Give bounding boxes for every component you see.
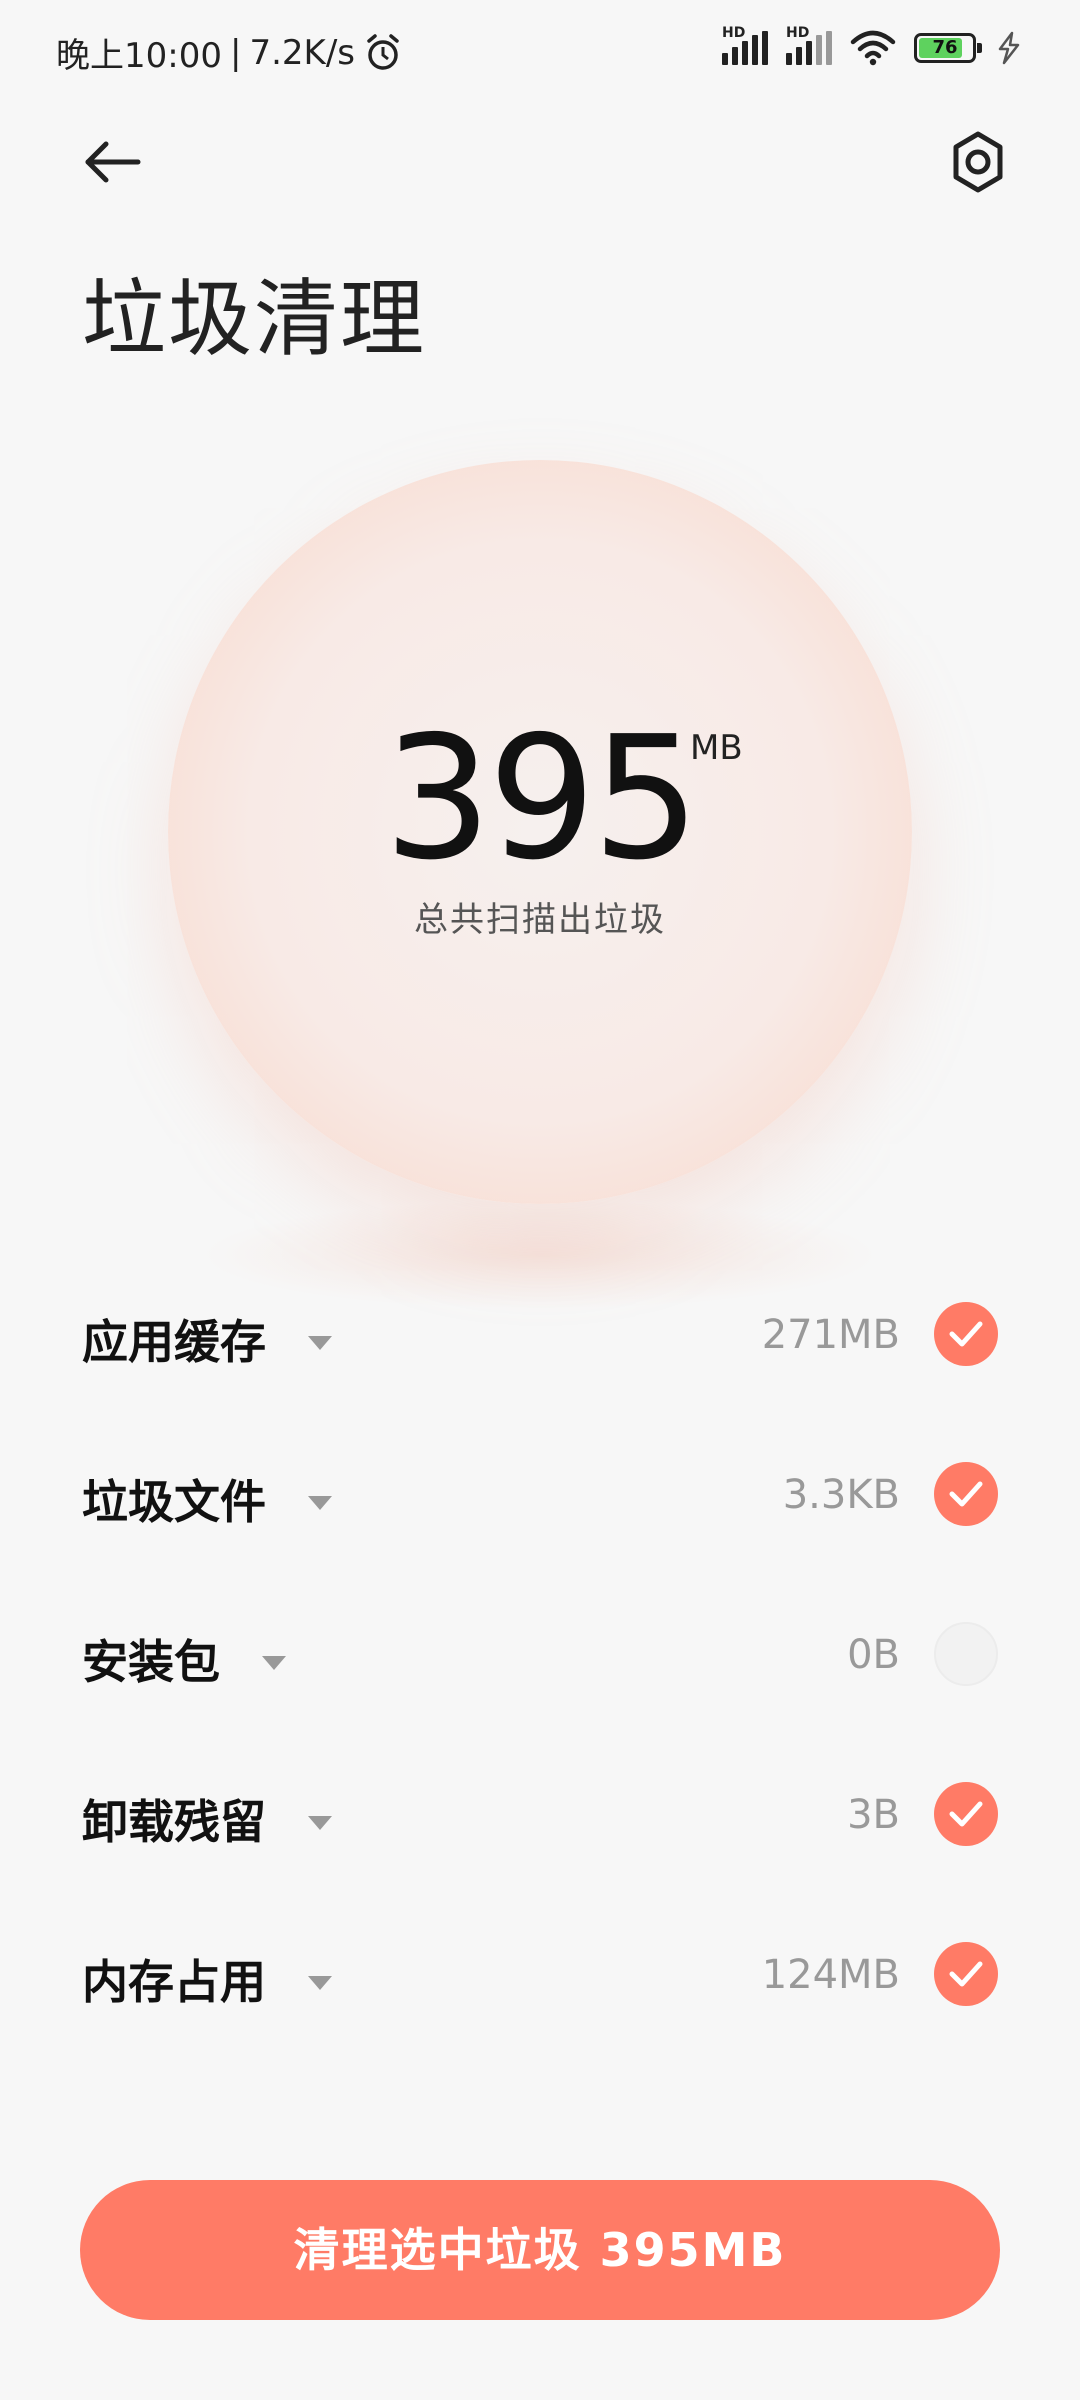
item-size: 3.3KB xyxy=(782,1472,900,1518)
list-item-uninstall-residue[interactable]: 卸载残留 3B xyxy=(0,1736,1080,1896)
item-label: 卸载残留 xyxy=(82,1795,266,1849)
list-item-app-cache[interactable]: 应用缓存 271MB xyxy=(0,1256,1080,1416)
list-item-memory-usage[interactable]: 内存占用 124MB xyxy=(0,1896,1080,2056)
item-label: 应用缓存 xyxy=(82,1315,266,1369)
page-title: 垃圾清理 xyxy=(82,270,427,368)
item-size: 0B xyxy=(847,1632,900,1678)
checkmark-icon xyxy=(949,1961,983,1987)
triangle-down-icon[interactable] xyxy=(308,1816,332,1830)
status-bar: 晚上10:00 | 7.2K/s HD HD 76 xyxy=(0,0,1080,100)
triangle-down-icon[interactable] xyxy=(308,1976,332,1990)
signal-2-icon: HD xyxy=(786,25,832,65)
item-size: 3B xyxy=(847,1792,900,1838)
settings-button[interactable] xyxy=(936,120,1020,204)
list-item-junk-files[interactable]: 垃圾文件 3.3KB xyxy=(0,1416,1080,1576)
triangle-down-icon[interactable] xyxy=(308,1336,332,1350)
checkmark-icon xyxy=(949,1481,983,1507)
triangle-down-icon[interactable] xyxy=(308,1496,332,1510)
summary-circle-bg: 395 MB 总共扫描出垃圾 xyxy=(168,460,912,1204)
checkbox[interactable] xyxy=(934,1942,998,2006)
checkbox[interactable] xyxy=(934,1782,998,1846)
status-left: 晚上10:00 | 7.2K/s xyxy=(56,28,403,77)
battery-level: 76 xyxy=(932,37,958,58)
item-label: 安装包 xyxy=(82,1635,220,1689)
gear-icon xyxy=(953,131,1003,193)
total-junk-value: 395 xyxy=(383,700,700,898)
checkbox[interactable] xyxy=(934,1622,998,1686)
checkbox[interactable] xyxy=(934,1302,998,1366)
junk-category-list: 应用缓存 271MB 垃圾文件 3.3KB 安装包 0B 卸载残留 3B 内存占… xyxy=(0,1256,1080,2056)
total-junk-unit: MB xyxy=(690,728,743,768)
clean-selected-button[interactable]: 清理选中垃圾 395MB xyxy=(80,2180,1000,2320)
status-separator: | xyxy=(229,32,242,73)
item-label: 内存占用 xyxy=(82,1955,266,2009)
checkmark-icon xyxy=(949,1321,983,1347)
summary-circle: 395 MB 总共扫描出垃圾 xyxy=(168,460,912,1204)
total-junk-caption: 总共扫描出垃圾 xyxy=(414,900,666,940)
item-label: 垃圾文件 xyxy=(82,1475,266,1529)
triangle-down-icon[interactable] xyxy=(262,1656,286,1670)
arrow-left-icon xyxy=(85,141,141,183)
alarm-icon xyxy=(367,33,399,70)
wifi-icon xyxy=(850,30,896,66)
hd-label-2: HD xyxy=(786,25,810,41)
status-speed: 7.2K/s xyxy=(249,32,355,73)
hd-label: HD xyxy=(722,25,746,41)
back-button[interactable] xyxy=(76,130,156,210)
item-size: 124MB xyxy=(761,1952,900,1998)
checkmark-icon xyxy=(949,1801,983,1827)
battery-icon: 76 xyxy=(914,33,982,63)
checkbox[interactable] xyxy=(934,1462,998,1526)
item-size: 271MB xyxy=(761,1312,900,1358)
status-time: 晚上10:00 xyxy=(56,36,222,76)
list-item-install-packages[interactable]: 安装包 0B xyxy=(0,1576,1080,1736)
charging-icon xyxy=(998,31,1020,65)
status-right: HD HD 76 xyxy=(722,25,1024,66)
signal-1-icon: HD xyxy=(722,25,768,65)
